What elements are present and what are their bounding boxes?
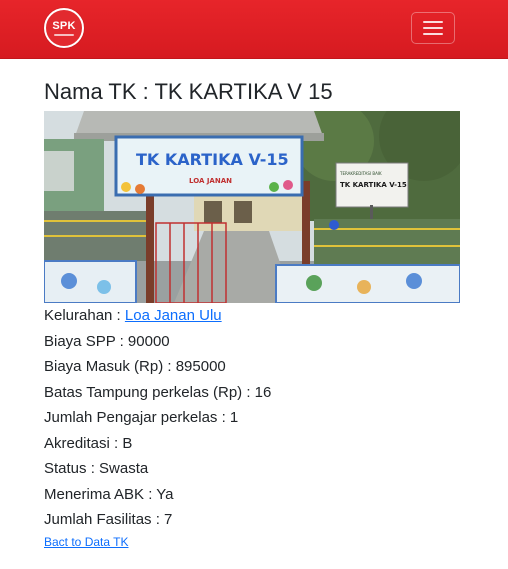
- hamburger-icon-line: [423, 27, 443, 29]
- detail-akreditasi: Akreditasi : B: [44, 434, 133, 452]
- logo-text: SPK: [52, 19, 76, 32]
- detail-batas-tampung: Batas Tampung perkelas (Rp) : 16: [44, 383, 272, 401]
- side-sign-line2: TK KARTIKA V-15: [340, 181, 407, 189]
- hamburger-icon-line: [423, 21, 443, 23]
- back-to-data-tk-link[interactable]: Bact to Data TK: [44, 535, 464, 549]
- detail-jumlah-fasilitas: Jumlah Fasilitas : 7: [44, 511, 173, 528]
- kelurahan-label: Kelurahan :: [44, 307, 125, 324]
- detail-kelurahan: Kelurahan : Loa Janan Ulu: [44, 303, 464, 329]
- detail-biaya-spp: Biaya SPP : 90000: [44, 332, 170, 350]
- sign-subtitle: LOA JANAN: [189, 177, 232, 185]
- spk-logo[interactable]: SPK: [44, 8, 84, 48]
- main-content: Nama TK : TK KARTIKA V 15 TK KARTIKA V-1…: [44, 78, 464, 549]
- detail-jumlah-pengajar: Jumlah Pengajar perkelas : 1: [44, 409, 239, 426]
- detail-biaya-masuk: Biaya Masuk (Rp) : 895000: [44, 358, 226, 375]
- navbar-toggler-button[interactable]: [411, 12, 455, 44]
- page-title: Nama TK : TK KARTIKA V 15: [44, 79, 333, 104]
- side-sign-line1: TERAKREDITASI BAIK: [339, 171, 382, 176]
- detail-status: Status : Swasta: [44, 460, 149, 477]
- kelurahan-link[interactable]: Loa Janan Ulu: [125, 307, 222, 324]
- detail-menerima-abk: Menerima ABK : Ya: [44, 485, 174, 503]
- school-photo: TK KARTIKA V-15 LOA JANAN TERAKREDITASI …: [44, 111, 460, 303]
- sign-title: TK KARTIKA V-15: [136, 150, 289, 169]
- hamburger-icon-line: [423, 33, 443, 35]
- navbar: SPK: [0, 0, 508, 59]
- logo-underline: [54, 33, 74, 36]
